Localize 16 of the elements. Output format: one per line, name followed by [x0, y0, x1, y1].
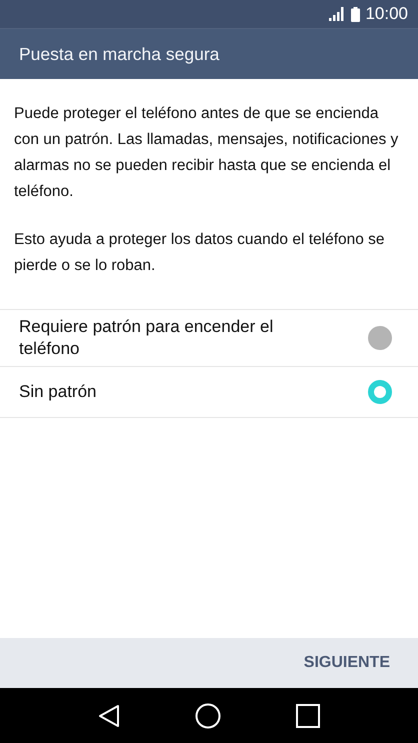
clock-time: 10:00: [365, 4, 408, 24]
home-icon[interactable]: [194, 702, 221, 728]
screen-title: Puesta en marcha segura: [19, 44, 220, 64]
description-text: Esto ayuda a proteger los datos cuando el teléfono se pierde o se lo roban.: [14, 230, 386, 276]
option-row[interactable]: Sin patrón: [0, 367, 418, 418]
next-button[interactable]: SIGUIENTE: [304, 648, 390, 678]
recent-apps-icon[interactable]: [296, 704, 320, 728]
signal-icon: [329, 7, 346, 21]
radio-button[interactable]: [368, 380, 392, 404]
option-label: Requiere patrón para encender el teléfono: [19, 316, 274, 360]
back-icon[interactable]: [98, 704, 120, 728]
description-text: Puede proteger el teléfono antes de que se encienda con un patrón. Las llamadas, mensajes, notificaciones y alarmas no se pueden recibir hasta que se encienda el teléfono.: [14, 104, 400, 202]
option-label: Sin patrón: [19, 381, 96, 403]
battery-icon: [351, 6, 360, 22]
option-row[interactable]: Requiere patrón para encender el teléfono: [0, 310, 418, 367]
radio-button[interactable]: [368, 326, 392, 350]
